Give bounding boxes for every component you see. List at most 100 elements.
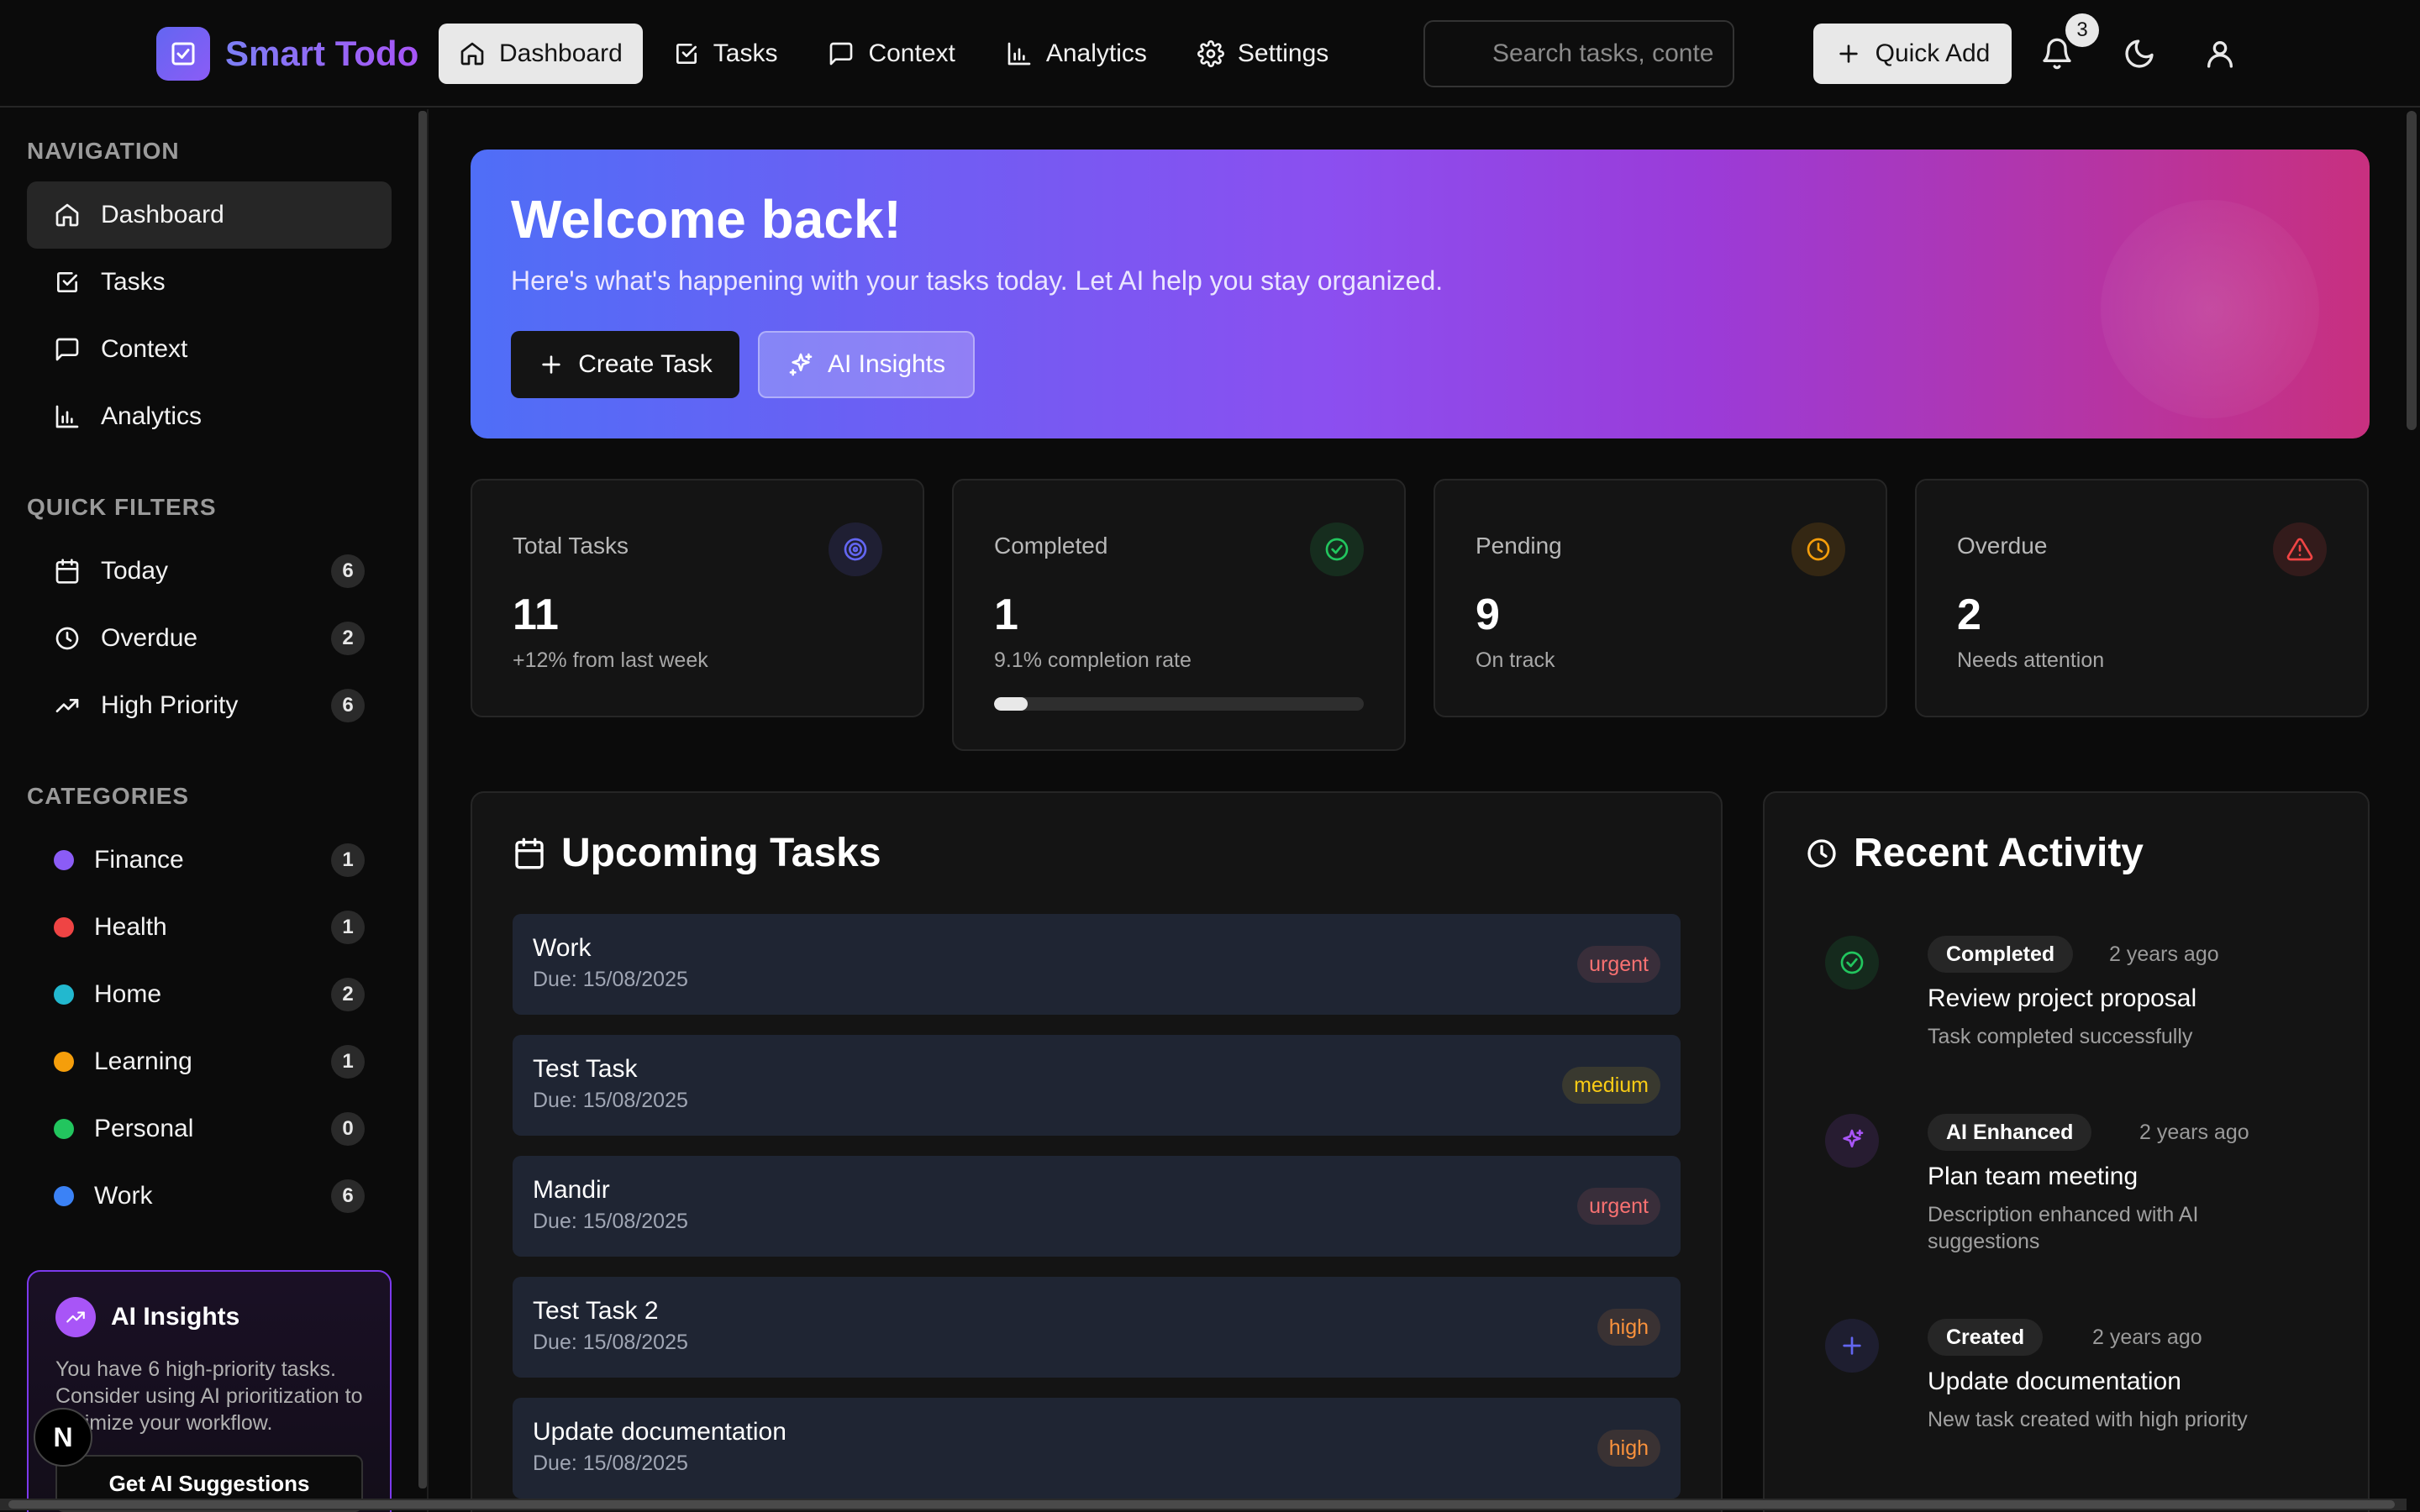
category-count: 0: [331, 1112, 365, 1146]
activity-tag: Created: [1928, 1319, 2044, 1356]
task-row[interactable]: Mandir Due: 15/08/2025 urgent: [513, 1156, 1681, 1257]
welcome-subtitle: Here's what's happening with your tasks …: [511, 265, 1444, 296]
category-personal[interactable]: Personal 0: [27, 1095, 392, 1163]
app-logo[interactable]: Smart Todo: [156, 27, 418, 81]
filter-today[interactable]: Today 6: [27, 538, 392, 605]
clock-icon: [1807, 838, 1836, 868]
filter-count: 2: [331, 622, 365, 655]
task-row[interactable]: Test Task 2 Due: 15/08/2025 high: [513, 1277, 1681, 1378]
logo-checkbox-icon: [156, 27, 210, 81]
task-row[interactable]: Update documentation Due: 15/08/2025 hig…: [513, 1398, 1681, 1499]
checkbox-icon: [57, 272, 77, 292]
category-finance[interactable]: Finance 1: [27, 827, 392, 894]
filter-count: 6: [331, 554, 365, 588]
category-color-dot: [54, 1119, 74, 1139]
activity-tag: AI Enhanced: [1928, 1114, 2092, 1151]
bell-icon: [2043, 38, 2071, 70]
plus-icon: [542, 355, 560, 374]
calendar-icon: [55, 559, 79, 584]
theme-toggle-button[interactable]: [2116, 30, 2163, 77]
create-task-button[interactable]: Create Task: [511, 331, 739, 398]
check-circle-icon: [1310, 522, 1364, 576]
ai-card-title: AI Insights: [111, 1303, 240, 1331]
activity-desc: Task completed successfully: [1928, 1025, 2193, 1048]
welcome-title: Welcome back!: [511, 189, 902, 249]
activity-task-title: Review project proposal: [1928, 984, 2197, 1012]
clock-icon: [55, 627, 79, 650]
stat-value: 11: [513, 591, 559, 639]
filter-high-priority[interactable]: High Priority 6: [27, 672, 392, 739]
topnav-label: Settings: [1237, 39, 1329, 67]
category-color-dot: [54, 1186, 74, 1206]
stat-label: Total Tasks: [513, 533, 629, 559]
app-name: Smart Todo: [225, 34, 419, 73]
task-row[interactable]: Work Due: 15/08/2025 urgent: [513, 914, 1681, 1015]
filters-section-title: QUICK FILTERS: [27, 494, 217, 520]
activity-time: 2 years ago: [2139, 1121, 2249, 1144]
sparkles-icon: [789, 353, 813, 376]
ai-insights-card: AI Insights You have 6 high-priority tas…: [27, 1270, 392, 1512]
topnav-tasks[interactable]: Tasks: [653, 24, 798, 84]
sparkles-icon: [1825, 1114, 1879, 1168]
ai-insights-button[interactable]: AI Insights: [758, 331, 975, 398]
horizontal-scrollbar[interactable]: [0, 1499, 2407, 1510]
clock-icon: [1791, 522, 1845, 576]
task-row[interactable]: Test Task Due: 15/08/2025 medium: [513, 1035, 1681, 1136]
category-count: 1: [331, 1045, 365, 1079]
sidebar-scrollbar[interactable]: [418, 111, 427, 1488]
category-learning[interactable]: Learning 1: [27, 1028, 392, 1095]
category-health[interactable]: Health 1: [27, 894, 392, 961]
task-due: Due: 15/08/2025: [533, 1331, 688, 1354]
stat-label: Pending: [1476, 533, 1562, 559]
sidebar-item-label: Tasks: [101, 268, 166, 296]
filter-overdue[interactable]: Overdue 2: [27, 605, 392, 672]
category-count: 1: [331, 843, 365, 877]
alert-icon: [2273, 522, 2327, 576]
stat-sub: On track: [1476, 648, 1555, 672]
category-label: Health: [94, 913, 167, 941]
topnav-label: Tasks: [713, 39, 778, 67]
plus-icon: [1825, 1319, 1879, 1373]
sidebar-item-analytics[interactable]: Analytics: [27, 383, 392, 450]
stat-card-overdue: Overdue 2 Needs attention: [1915, 479, 2369, 717]
task-due: Due: 15/08/2025: [533, 1210, 688, 1233]
sidebar-divider: [427, 109, 429, 1512]
chart-icon: [55, 405, 79, 428]
topnav-context[interactable]: Context: [808, 24, 975, 84]
user-profile-button[interactable]: [2196, 30, 2244, 77]
filter-count: 6: [331, 689, 365, 722]
sidebar-item-tasks[interactable]: Tasks: [27, 249, 392, 316]
moon-icon: [2125, 39, 2154, 68]
sidebar-item-dashboard[interactable]: Dashboard: [27, 181, 392, 249]
stat-value: 9: [1476, 591, 1500, 639]
horizontal-scrollbar-thumb[interactable]: [8, 1500, 2395, 1509]
sidebar-item-label: Dashboard: [101, 201, 224, 228]
search-input[interactable]: Search tasks, conte: [1423, 20, 1734, 87]
topnav-dashboard[interactable]: Dashboard: [439, 24, 643, 84]
stat-card-pending: Pending 9 On track: [1434, 479, 1887, 717]
sidebar-item-context[interactable]: Context: [27, 316, 392, 383]
activity-task-title: Plan team meeting: [1928, 1163, 2139, 1190]
activity-desc: Description enhanced with AI suggestions: [1928, 1203, 2199, 1253]
category-work[interactable]: Work 6: [27, 1163, 392, 1230]
completion-progress-fill: [994, 697, 1028, 711]
sidebar-item-label: Analytics: [101, 402, 203, 430]
upcoming-title: Upcoming Tasks: [561, 831, 881, 875]
calendar-icon: [515, 837, 544, 869]
home-icon: [55, 203, 79, 227]
category-home[interactable]: Home 2: [27, 961, 392, 1028]
category-color-dot: [54, 1052, 74, 1072]
activity-time: 2 years ago: [2092, 1326, 2202, 1349]
checkbox-icon: [676, 44, 697, 64]
topnav-settings[interactable]: Settings: [1177, 24, 1349, 84]
topnav-analytics[interactable]: Analytics: [986, 24, 1167, 84]
quick-add-button[interactable]: Quick Add: [1813, 24, 2012, 84]
stat-sub: +12% from last week: [513, 648, 708, 672]
priority-badge: urgent: [1577, 1188, 1660, 1225]
banner-glow: [2101, 200, 2319, 418]
nextjs-dev-badge[interactable]: N: [34, 1408, 92, 1467]
main-scrollbar[interactable]: [2407, 111, 2417, 430]
category-label: Work: [94, 1182, 153, 1210]
category-label: Personal: [94, 1115, 194, 1142]
priority-badge: high: [1597, 1430, 1660, 1467]
